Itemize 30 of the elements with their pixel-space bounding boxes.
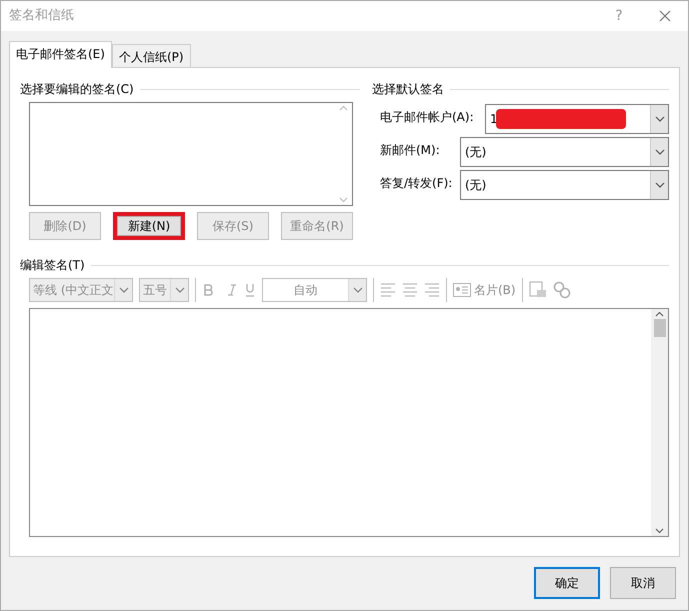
chevron-down-icon	[174, 287, 184, 293]
scroll-down-icon	[655, 528, 664, 534]
signature-list[interactable]	[29, 102, 353, 206]
chevron-down-icon	[654, 182, 664, 188]
card-icon	[453, 283, 471, 297]
dialog-button[interactable]: 取消	[610, 567, 676, 599]
scroll-up-icon	[655, 311, 664, 317]
dropdown-field[interactable]: (无)	[460, 170, 669, 200]
close-icon[interactable]	[659, 10, 671, 22]
window-title: 签名和信纸	[9, 7, 75, 26]
chevron-down-icon	[654, 116, 664, 122]
signature-editor[interactable]	[29, 308, 669, 537]
dropdown-field[interactable]: (无)	[460, 137, 669, 167]
chevron-down-icon	[654, 149, 664, 155]
chevron-down-icon	[352, 287, 362, 293]
section-heading: 选择要编辑的签名(C)	[20, 81, 134, 98]
scroll-up-icon	[339, 105, 348, 111]
section-heading: 选择默认签名	[372, 81, 444, 98]
dropdown-field[interactable]: 1	[485, 104, 669, 134]
field-label: 电子邮件帐户(A):	[380, 109, 475, 126]
tab[interactable]: 个人信纸(P)	[112, 44, 191, 67]
scroll-thumb[interactable]	[654, 319, 666, 337]
section-heading: 编辑签名(T)	[20, 257, 85, 274]
dialog-button[interactable]: 确定	[534, 567, 600, 599]
field-label: 答复/转发(F):	[380, 175, 454, 192]
scroll-down-icon	[339, 197, 348, 203]
chevron-down-icon	[118, 287, 128, 293]
signature-button[interactable]: 新建(N)	[113, 212, 185, 240]
field-label: 新邮件(M):	[380, 142, 441, 159]
tab[interactable]: 电子邮件签名(E)	[9, 41, 112, 68]
